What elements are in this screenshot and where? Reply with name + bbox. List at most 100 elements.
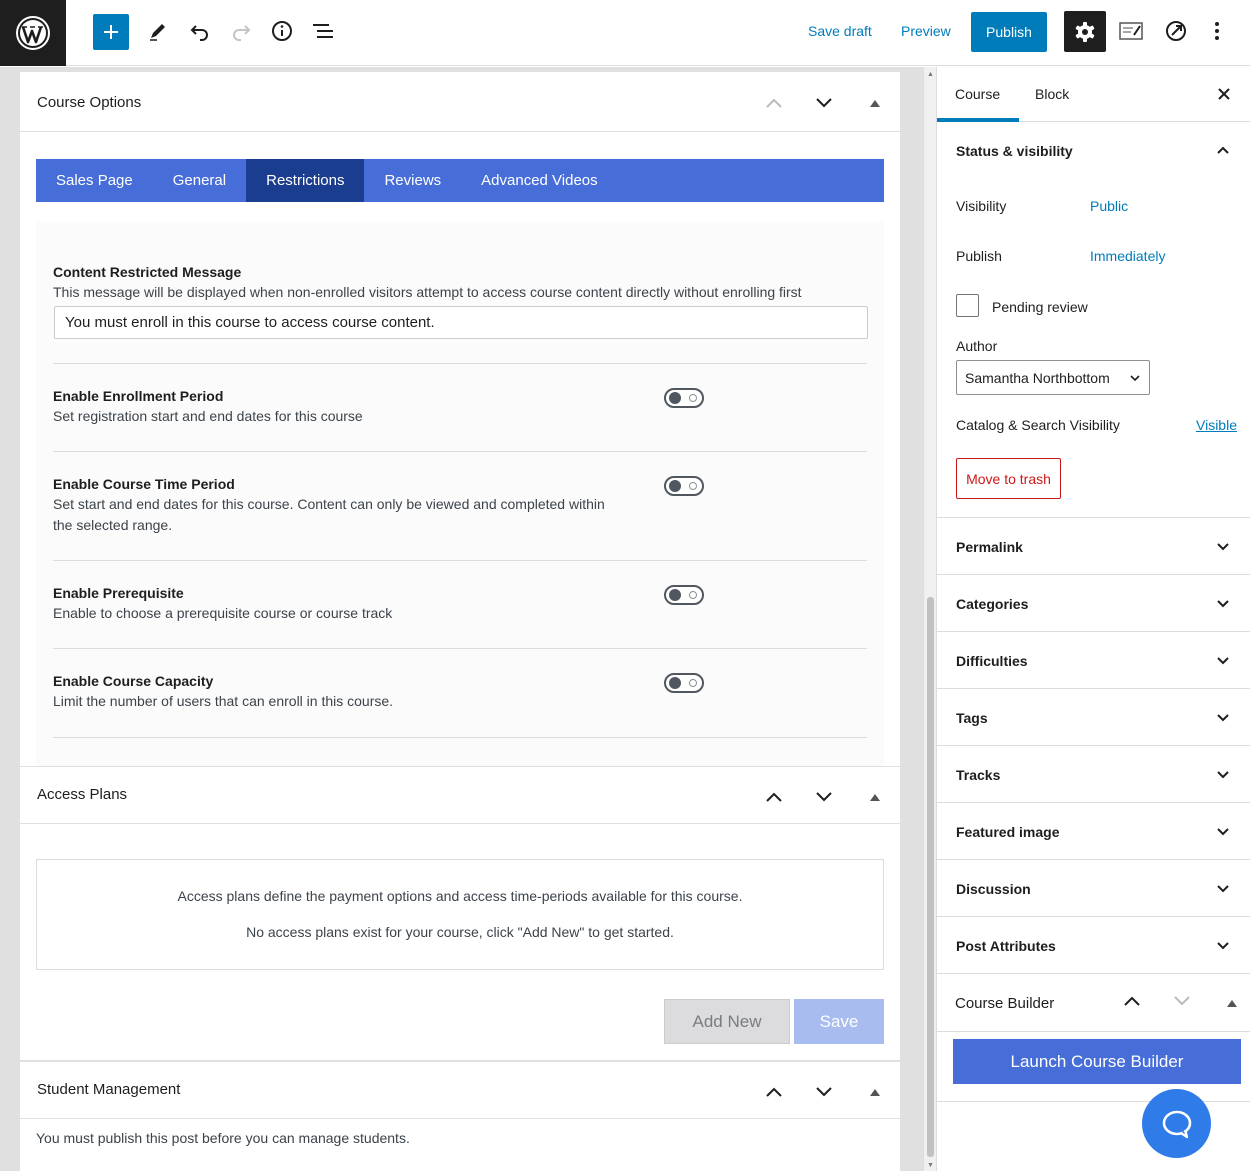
move-to-trash-button[interactable]: Move to trash	[956, 458, 1061, 499]
move-down-button[interactable]	[812, 785, 836, 809]
add-block-button[interactable]	[93, 14, 129, 50]
chevron-down-icon	[1174, 996, 1190, 1006]
tab-advanced-videos[interactable]: Advanced Videos	[461, 159, 617, 202]
editor-scrollbar[interactable]: ▲ ▼	[923, 67, 936, 1171]
student-management-header: Student Management	[20, 1062, 900, 1119]
chevron-down-icon	[1217, 600, 1229, 608]
discussion-section[interactable]: Discussion	[937, 860, 1250, 917]
list-view-button[interactable]	[305, 13, 341, 49]
tab-course[interactable]: Course	[955, 86, 1000, 102]
access-plans-info: Access plans define the payment options …	[177, 888, 743, 904]
prerequisite-toggle[interactable]	[664, 585, 704, 605]
toggle-panel-button[interactable]	[863, 1080, 887, 1104]
restrictions-panel: Content Restricted Message This message …	[36, 222, 884, 770]
info-icon	[272, 21, 292, 41]
move-up-button[interactable]	[762, 785, 786, 809]
undo-button[interactable]	[182, 13, 218, 49]
wordpress-logo[interactable]	[0, 0, 66, 66]
toggle-off-indicator	[689, 591, 697, 599]
catalog-visibility-link[interactable]: Visible	[1196, 417, 1237, 433]
pending-review-checkbox[interactable]	[956, 294, 979, 317]
move-down-button[interactable]	[812, 91, 836, 115]
move-down-button[interactable]	[1173, 994, 1193, 1010]
editor-main-area: Course Options Sales Page General Restri…	[0, 67, 923, 1171]
publish-button[interactable]: Publish	[971, 12, 1047, 52]
redo-button[interactable]	[223, 13, 259, 49]
jetpack-button[interactable]	[1158, 13, 1194, 49]
toggle-off-indicator	[689, 394, 697, 402]
visibility-value-link[interactable]: Public	[1090, 198, 1128, 214]
toggle-panel-button[interactable]	[863, 785, 887, 809]
rocket-icon	[1166, 21, 1186, 41]
divider	[53, 737, 867, 738]
preview-button[interactable]: Preview	[901, 23, 951, 39]
course-options-metabox: Course Options Sales Page General Restri…	[20, 72, 900, 770]
difficulties-section[interactable]: Difficulties	[937, 632, 1250, 689]
tracks-title: Tracks	[956, 767, 1001, 783]
launch-course-builder-button[interactable]: Launch Course Builder	[953, 1039, 1241, 1084]
pencil-icon	[150, 24, 165, 41]
wordpress-icon	[16, 16, 50, 50]
toggle-panel-button[interactable]	[1226, 995, 1240, 1007]
save-plans-button[interactable]: Save	[794, 999, 884, 1044]
author-select[interactable]: Samantha Northbottom	[956, 360, 1150, 395]
details-button[interactable]	[264, 13, 300, 49]
tab-block[interactable]: Block	[1035, 86, 1069, 102]
move-up-button[interactable]	[762, 91, 786, 115]
content-restricted-title: Content Restricted Message	[53, 264, 242, 280]
course-preview-button[interactable]	[1113, 13, 1149, 49]
close-icon	[1218, 88, 1230, 100]
scroll-down-arrow-icon[interactable]: ▼	[927, 1162, 934, 1169]
course-builder-section: Course Builder	[937, 974, 1250, 1032]
add-new-plan-button[interactable]: Add New	[664, 999, 790, 1044]
content-restricted-input[interactable]: You must enroll in this course to access…	[54, 306, 868, 339]
scrollbar-thumb[interactable]	[927, 597, 934, 1157]
chevron-down-icon	[1217, 657, 1229, 665]
enrollment-period-title: Enable Enrollment Period	[53, 388, 224, 404]
chevron-down-icon	[1217, 885, 1229, 893]
course-time-period-field: Enable Course Time Period Set start and …	[53, 476, 867, 536]
publish-date-link[interactable]: Immediately	[1090, 248, 1165, 264]
toggle-off-indicator	[689, 482, 697, 490]
move-down-button[interactable]	[812, 1080, 836, 1104]
course-builder-title: Course Builder	[955, 995, 1055, 1012]
divider	[53, 560, 867, 561]
tab-restrictions[interactable]: Restrictions	[246, 159, 365, 202]
course-time-period-toggle[interactable]	[664, 476, 704, 496]
tags-section[interactable]: Tags	[937, 689, 1250, 746]
course-capacity-desc: Limit the number of users that can enrol…	[53, 693, 394, 709]
chevron-down-icon	[816, 98, 832, 108]
tools-button[interactable]	[140, 13, 176, 49]
settings-button[interactable]	[1064, 11, 1106, 52]
divider	[53, 363, 867, 364]
permalink-section[interactable]: Permalink	[937, 518, 1250, 575]
post-attributes-section[interactable]: Post Attributes	[937, 917, 1250, 974]
move-up-button[interactable]	[1123, 994, 1143, 1010]
enrollment-period-desc: Set registration start and end dates for…	[53, 408, 363, 424]
tab-reviews[interactable]: Reviews	[364, 159, 461, 202]
move-up-button[interactable]	[762, 1080, 786, 1104]
toggle-panel-button[interactable]	[863, 91, 887, 115]
close-sidebar-button[interactable]	[1214, 84, 1234, 104]
triangle-up-icon	[870, 100, 880, 107]
enrollment-period-toggle[interactable]	[664, 388, 704, 408]
gear-icon	[1075, 21, 1095, 42]
chevron-down-icon	[1217, 714, 1229, 722]
help-chat-button[interactable]	[1142, 1089, 1211, 1158]
categories-section[interactable]: Categories	[937, 575, 1250, 632]
list-view-icon	[313, 24, 333, 38]
course-time-period-desc-2: the selected range.	[53, 517, 173, 533]
tab-sales-page[interactable]: Sales Page	[36, 159, 153, 202]
course-options-tabs: Sales Page General Restrictions Reviews …	[36, 159, 884, 202]
more-options-button[interactable]	[1199, 13, 1235, 49]
tracks-section[interactable]: Tracks	[937, 746, 1250, 803]
featured-image-section[interactable]: Featured image	[937, 803, 1250, 860]
course-capacity-toggle[interactable]	[664, 673, 704, 693]
save-draft-button[interactable]: Save draft	[808, 23, 872, 39]
status-visibility-title[interactable]: Status & visibility	[956, 143, 1073, 159]
chat-bubble-icon	[1162, 1110, 1191, 1138]
chevron-up-icon[interactable]	[1216, 143, 1230, 157]
tab-general[interactable]: General	[153, 159, 246, 202]
scroll-up-arrow-icon[interactable]: ▲	[927, 71, 934, 78]
catalog-visibility-label: Catalog & Search Visibility	[956, 417, 1120, 433]
